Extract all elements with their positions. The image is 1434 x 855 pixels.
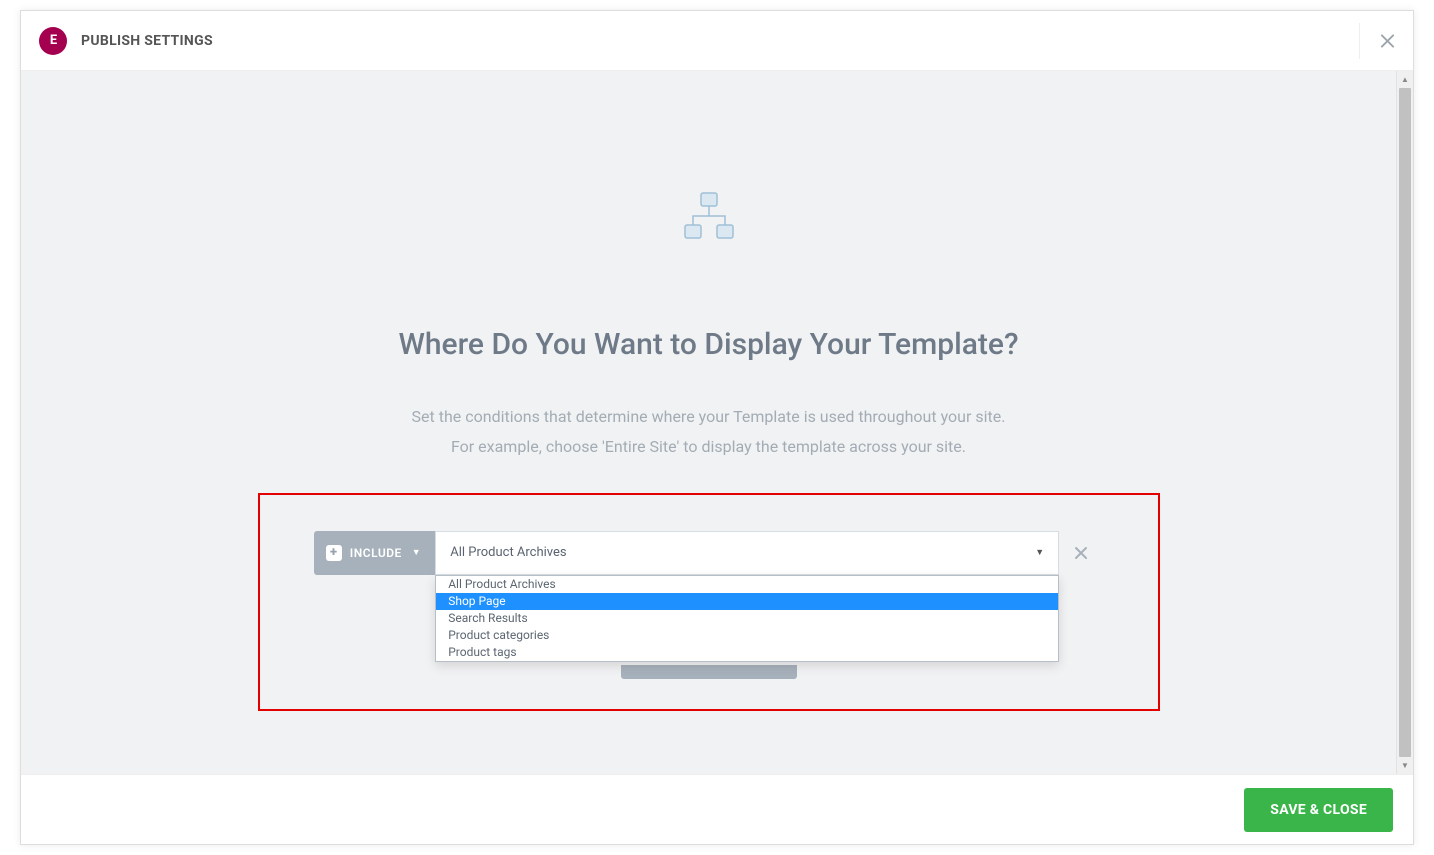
sitemap-icon [679,191,739,247]
conditions-highlight-box: + INCLUDE ▼ All Product Archives ▼ All P… [258,493,1160,711]
condition-options-dropdown: All Product Archives Shop Page Search Re… [435,575,1059,662]
description-text: Set the conditions that determine where … [21,402,1396,463]
close-icon [1380,33,1395,49]
main-heading: Where Do You Want to Display Your Templa… [21,327,1396,362]
description-line-2: For example, choose 'Entire Site' to dis… [21,432,1396,462]
content-area: Where Do You Want to Display Your Templa… [21,71,1396,711]
description-line-1: Set the conditions that determine where … [21,402,1396,432]
modal-body: Where Do You Want to Display Your Templa… [21,71,1396,774]
dropdown-option[interactable]: Product tags [436,644,1058,661]
save-and-close-button[interactable]: SAVE & CLOSE [1244,788,1393,832]
condition-select[interactable]: All Product Archives ▼ All Product Archi… [435,531,1059,575]
close-icon [1074,546,1088,560]
remove-condition-button[interactable] [1059,531,1103,575]
dropdown-option[interactable]: Shop Page [436,593,1058,610]
condition-row: + INCLUDE ▼ All Product Archives ▼ All P… [260,531,1158,575]
plus-icon: + [326,545,342,561]
modal-title: PUBLISH SETTINGS [81,33,213,49]
scroll-thumb[interactable] [1399,88,1411,757]
elementor-logo-icon: E [39,27,67,55]
select-current-value: All Product Archives [450,545,566,560]
close-button[interactable] [1359,23,1395,59]
dropdown-option[interactable]: Product categories [436,627,1058,644]
scroll-up-arrow-icon[interactable]: ▲ [1397,71,1413,88]
publish-settings-modal: E PUBLISH SETTINGS Where Do You Want to … [20,10,1414,845]
scroll-down-arrow-icon[interactable]: ▼ [1397,757,1413,774]
modal-header: E PUBLISH SETTINGS [21,11,1413,71]
include-label: INCLUDE [350,546,402,560]
dropdown-option[interactable]: Search Results [436,610,1058,627]
include-toggle-button[interactable]: + INCLUDE ▼ [314,531,435,575]
scroll-track[interactable] [1397,88,1413,757]
header-left: E PUBLISH SETTINGS [39,27,213,55]
dropdown-option[interactable]: All Product Archives [436,576,1058,593]
modal-body-wrapper: Where Do You Want to Display Your Templa… [21,71,1413,774]
modal-footer: SAVE & CLOSE [21,774,1413,844]
vertical-scrollbar[interactable]: ▲ ▼ [1396,71,1413,774]
caret-down-icon: ▼ [412,547,421,558]
add-condition-button[interactable] [621,665,797,679]
caret-down-icon: ▼ [1035,547,1044,558]
